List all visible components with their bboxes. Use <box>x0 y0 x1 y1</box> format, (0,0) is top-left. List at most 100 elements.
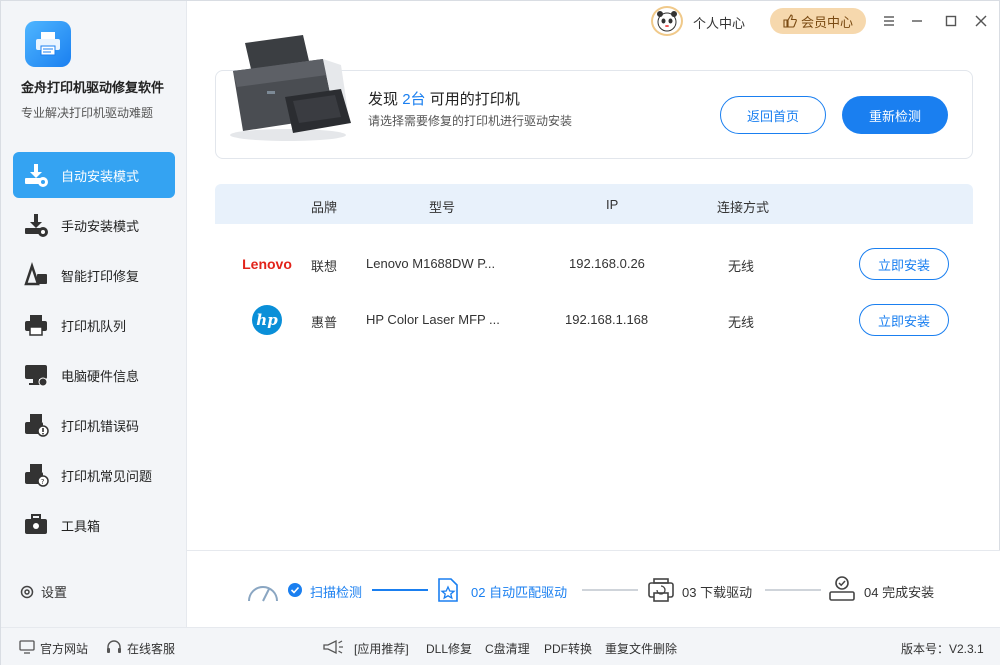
auto-install-icon <box>23 162 49 188</box>
table-row[interactable]: Lenovo 联想 Lenovo M1688DW P... 192.168.0.… <box>215 236 973 292</box>
found-count: 2台 <box>402 91 426 108</box>
avatar[interactable] <box>651 6 683 36</box>
table-header: 品牌 型号 IP 连接方式 <box>215 184 973 224</box>
sidebar-item-auto-install[interactable]: 自动安装模式 <box>13 152 175 198</box>
monitor-icon <box>23 362 49 388</box>
dll-repair-link[interactable]: DLL修复 <box>426 640 472 657</box>
error-code-icon <box>23 412 49 438</box>
app-window: 金舟打印机驱动修复软件 专业解决打印机驱动难题 自动安装模式 手动安装模式 智能… <box>0 0 1000 665</box>
c-drive-clean-link[interactable]: C盘清理 <box>485 640 530 657</box>
smart-repair-icon <box>23 262 49 288</box>
duplicate-file-link[interactable]: 重复文件删除 <box>605 640 677 657</box>
step-download: 03 下载驱动 <box>682 585 753 600</box>
app-logo <box>25 21 71 67</box>
sidebar-item-printer-queue[interactable]: 打印机队列 <box>13 302 175 348</box>
maximize-button[interactable] <box>941 11 961 31</box>
sidebar-item-hardware-info[interactable]: 电脑硬件信息 <box>13 352 175 398</box>
found-prefix: 发现 <box>368 91 399 108</box>
svg-text:?: ? <box>41 478 45 486</box>
faq-icon: ? <box>23 462 49 488</box>
found-subtitle: 请选择需要修复的打印机进行驱动安装 <box>368 114 573 128</box>
close-button[interactable] <box>971 11 991 31</box>
printer-illustration <box>223 31 353 143</box>
sidebar-item-label: 电脑硬件信息 <box>61 368 140 384</box>
return-home-button[interactable]: 返回首页 <box>720 96 826 134</box>
gear-icon <box>20 585 34 598</box>
close-icon <box>975 15 987 27</box>
manual-install-icon <box>23 212 49 238</box>
skin-button[interactable] <box>879 11 899 31</box>
found-title: 发现 2台 可用的打印机 <box>368 88 520 109</box>
header-model: 型号 <box>429 200 456 215</box>
rescan-button[interactable]: 重新检测 <box>842 96 948 134</box>
printer-logo-icon <box>36 32 60 56</box>
app-name: 金舟打印机驱动修复软件 <box>21 80 165 95</box>
finish-install-icon <box>829 576 855 601</box>
sidebar-item-faq[interactable]: ? 打印机常见问题 <box>13 452 175 498</box>
megaphone-icon <box>323 639 343 655</box>
step-connector <box>765 589 821 591</box>
thumbs-up-icon <box>783 14 797 28</box>
row-model: Lenovo M1688DW P... <box>366 256 496 271</box>
step-connector <box>582 589 638 591</box>
progress-steps: 扫描检测 02 自动匹配驱动 03 下载驱动 04 完成安装 <box>187 550 1000 627</box>
panda-avatar-icon <box>657 11 677 32</box>
sidebar-item-label: 工具箱 <box>61 518 101 534</box>
found-suffix: 可用的打印机 <box>429 91 520 108</box>
sidebar-item-toolbox[interactable]: 工具箱 <box>13 502 175 548</box>
header-connection: 连接方式 <box>717 200 770 215</box>
install-now-button[interactable]: 立即安装 <box>859 304 949 336</box>
table-row[interactable]: hp 惠普 HP Color Laser MFP ... 192.168.1.1… <box>215 292 973 348</box>
row-brand: 联想 <box>311 259 338 274</box>
step-scan: 扫描检测 <box>310 585 363 600</box>
sidebar-item-error-code[interactable]: 打印机错误码 <box>13 402 175 448</box>
sidebar-item-manual-install[interactable]: 手动安装模式 <box>13 202 175 248</box>
minimize-button[interactable] <box>907 11 927 31</box>
sidebar-nav: 自动安装模式 手动安装模式 智能打印修复 打印机队列 电脑硬件信息 打印机错误码… <box>13 152 175 552</box>
sidebar-item-label: 打印机队列 <box>61 318 127 334</box>
match-driver-icon <box>438 578 458 602</box>
row-connection: 无线 <box>728 315 755 330</box>
vip-center-label: 会员中心 <box>800 14 853 30</box>
row-brand: 惠普 <box>311 315 338 330</box>
install-now-button[interactable]: 立即安装 <box>859 248 949 280</box>
app-subtitle: 专业解决打印机驱动难题 <box>21 106 154 120</box>
hp-logo: hp <box>235 300 299 340</box>
settings-button[interactable]: 设置 <box>19 582 67 601</box>
row-model: HP Color Laser MFP ... <box>366 312 500 327</box>
step-match: 02 自动匹配驱动 <box>471 585 568 600</box>
official-website-link[interactable]: 官方网站 <box>40 640 88 657</box>
row-ip: 192.168.0.26 <box>569 256 645 271</box>
scan-gauge-icon <box>248 586 278 602</box>
sidebar-item-smart-repair[interactable]: 智能打印修复 <box>13 252 175 298</box>
lenovo-logo: Lenovo <box>235 244 299 284</box>
printer-queue-icon <box>23 312 49 338</box>
row-ip: 192.168.1.168 <box>565 312 649 327</box>
settings-label: 设置 <box>41 585 68 600</box>
sidebar-item-label: 打印机常见问题 <box>61 468 153 484</box>
sidebar: 金舟打印机驱动修复软件 专业解决打印机驱动难题 自动安装模式 手动安装模式 智能… <box>1 1 187 627</box>
headset-icon <box>107 640 121 653</box>
header-ip: IP <box>606 197 619 212</box>
menu-icon <box>884 16 894 26</box>
toolbox-icon <box>23 512 49 538</box>
sidebar-item-label: 智能打印修复 <box>61 268 140 284</box>
header-brand: 品牌 <box>311 200 338 215</box>
sidebar-item-label: 自动安装模式 <box>61 168 140 184</box>
vip-center-button[interactable]: 会员中心 <box>770 8 866 34</box>
footer-bar: 官方网站 在线客服 [应用推荐] DLL修复 C盘清理 PDF转换 重复文件删除… <box>1 627 1000 665</box>
step-connector <box>372 589 428 591</box>
user-center-link[interactable]: 个人中心 <box>693 13 745 32</box>
version-label: 版本号：V2.3.1 <box>901 642 984 656</box>
sidebar-item-label: 打印机错误码 <box>61 418 140 434</box>
sidebar-item-label: 手动安装模式 <box>61 218 140 234</box>
step-finish: 04 完成安装 <box>864 585 935 600</box>
maximize-icon <box>945 15 957 27</box>
online-service-link[interactable]: 在线客服 <box>127 640 175 657</box>
pdf-convert-link[interactable]: PDF转换 <box>544 640 592 657</box>
download-printer-icon <box>648 578 674 602</box>
row-connection: 无线 <box>728 259 755 274</box>
minimize-icon <box>912 20 922 22</box>
app-recommend-label: [应用推荐] <box>354 642 409 656</box>
website-icon <box>19 640 35 654</box>
